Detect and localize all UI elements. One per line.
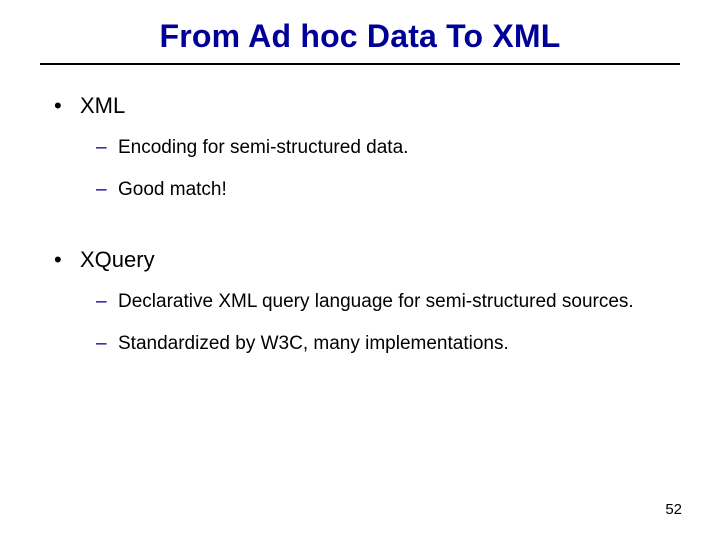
bullet-level2: – Encoding for semi-structured data. <box>96 137 666 159</box>
slide-content: • XML – Encoding for semi-structured dat… <box>0 65 720 355</box>
dash-icon: – <box>96 179 118 201</box>
bullet-text: Standardized by W3C, many implementation… <box>118 333 509 355</box>
bullet-text: Good match! <box>118 179 227 201</box>
bullet-text: Encoding for semi-structured data. <box>118 137 408 159</box>
bullet-text: XQuery <box>80 247 155 273</box>
bullet-level2: – Good match! <box>96 179 666 201</box>
dash-icon: – <box>96 291 118 313</box>
slide-title: From Ad hoc Data To XML <box>0 0 720 55</box>
dash-icon: – <box>96 333 118 355</box>
bullet-dot-icon: • <box>54 93 80 119</box>
bullet-level1: • XML <box>54 93 666 119</box>
bullet-dot-icon: • <box>54 247 80 273</box>
dash-icon: – <box>96 137 118 159</box>
bullet-level2: – Declarative XML query language for sem… <box>96 291 666 313</box>
sublist: – Declarative XML query language for sem… <box>54 291 666 355</box>
bullet-text: Declarative XML query language for semi-… <box>118 291 634 313</box>
bullet-level1: • XQuery <box>54 247 666 273</box>
bullet-text: XML <box>80 93 125 119</box>
page-number: 52 <box>665 501 682 518</box>
bullet-level2: – Standardized by W3C, many implementati… <box>96 333 666 355</box>
slide: From Ad hoc Data To XML • XML – Encoding… <box>0 0 720 540</box>
sublist: – Encoding for semi-structured data. – G… <box>54 137 666 201</box>
